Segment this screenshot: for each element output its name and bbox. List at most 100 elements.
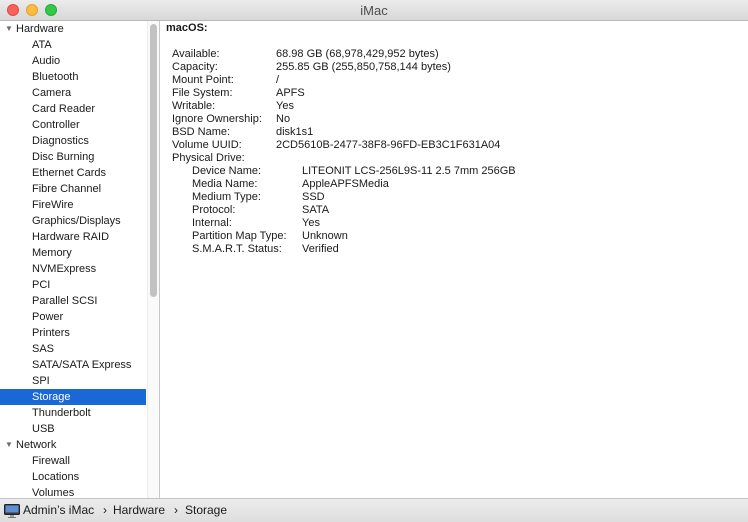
detail-value: No xyxy=(276,113,291,125)
detail-value: 255.85 GB (255,850,758,144 bytes) xyxy=(276,61,451,73)
drive-value: Verified xyxy=(302,243,339,255)
sidebar-item-label: Controller xyxy=(32,119,80,131)
sidebar-item-ethernet-cards[interactable]: Ethernet Cards xyxy=(0,165,146,181)
sidebar-item-label: Storage xyxy=(32,391,71,403)
sidebar-item-card-reader[interactable]: Card Reader xyxy=(0,101,146,117)
sidebar-item-label: Bluetooth xyxy=(32,71,79,83)
drive-key: Protocol: xyxy=(192,204,236,216)
sidebar-item-label: NVMExpress xyxy=(32,263,97,275)
sidebar-item-graphics-displays[interactable]: Graphics/Displays xyxy=(0,213,146,229)
sidebar-item-sas[interactable]: SAS xyxy=(0,341,146,357)
sidebar-item-volumes[interactable]: Volumes xyxy=(0,485,146,498)
sidebar-group-network[interactable]: ▼ Network xyxy=(0,437,146,453)
drive-value: SATA xyxy=(302,204,330,216)
sidebar-item-label: SAS xyxy=(32,343,55,355)
sidebar-item-power[interactable]: Power xyxy=(0,309,146,325)
sidebar-item-label: Ethernet Cards xyxy=(32,167,106,179)
detail-value: 68.98 GB (68,978,429,952 bytes) xyxy=(276,48,439,60)
detail-key: Volume UUID: xyxy=(172,139,242,151)
sidebar-item-disc-burning[interactable]: Disc Burning xyxy=(0,149,146,165)
sidebar-item-label: Firewall xyxy=(32,455,70,467)
sidebar-item-spi[interactable]: SPI xyxy=(0,373,146,389)
sidebar-item-label: Printers xyxy=(32,327,70,339)
sidebar: ▼ Hardware ATA Audio Bluetooth Camera Card Rea… xyxy=(0,21,160,498)
detail-value: / xyxy=(276,74,280,86)
detail-key: File System: xyxy=(172,87,233,99)
drive-key: Media Name: xyxy=(192,178,258,190)
drive-key: Medium Type: xyxy=(192,191,261,203)
sidebar-scroll-thumb[interactable] xyxy=(150,24,157,297)
detail-value: 2CD5610B-2477-38F8-96FD-EB3C1F631A04 xyxy=(276,139,501,151)
sidebar-item-label: ATA xyxy=(32,39,52,51)
sidebar-item-label: Graphics/Displays xyxy=(32,215,121,227)
sidebar-item-label: Disc Burning xyxy=(32,151,95,163)
sidebar-item-label: Hardware RAID xyxy=(32,231,110,243)
sidebar-item-bluetooth[interactable]: Bluetooth xyxy=(0,69,146,85)
sidebar-item-memory[interactable]: Memory xyxy=(0,245,146,261)
sidebar-item-label: FireWire xyxy=(32,199,74,211)
sidebar-item-printers[interactable]: Printers xyxy=(0,325,146,341)
detail-key: Writable: xyxy=(172,100,216,112)
sidebar-item-label: Volumes xyxy=(32,487,75,498)
breadcrumb-computer[interactable]: Admin’s iMac xyxy=(23,503,94,517)
detail-value: disk1s1 xyxy=(276,126,314,138)
detail-key: Mount Point: xyxy=(172,74,234,86)
sidebar-item-label: USB xyxy=(32,423,55,435)
disclosure-triangle-icon[interactable]: ▼ xyxy=(5,21,13,37)
sidebar-item-audio[interactable]: Audio xyxy=(0,53,146,69)
sidebar-item-controller[interactable]: Controller xyxy=(0,117,146,133)
drive-key: Partition Map Type: xyxy=(192,230,287,242)
breadcrumb-storage[interactable]: Storage xyxy=(185,503,227,517)
sidebar-item-firewall[interactable]: Firewall xyxy=(0,453,146,469)
sidebar-item-label: Parallel SCSI xyxy=(32,295,98,307)
sidebar-item-label: SATA/SATA Express xyxy=(32,359,132,371)
sidebar-item-label: Memory xyxy=(32,247,72,259)
sidebar-item-camera[interactable]: Camera xyxy=(0,85,146,101)
sidebar-item-storage[interactable]: Storage xyxy=(0,389,146,405)
detail-key: Capacity: xyxy=(172,61,218,73)
sidebar-item-pci[interactable]: PCI xyxy=(0,277,146,293)
sidebar-item-label: Power xyxy=(32,311,64,323)
sidebar-item-label: SPI xyxy=(32,375,50,387)
sidebar-item-usb[interactable]: USB xyxy=(0,421,146,437)
detail-key: BSD Name: xyxy=(172,126,231,138)
sidebar-group-hardware[interactable]: ▼ Hardware xyxy=(0,21,146,37)
drive-key: Device Name: xyxy=(192,165,262,177)
sidebar-item-label: PCI xyxy=(32,279,51,291)
drive-key: Internal: xyxy=(192,217,232,229)
detail-value: Yes xyxy=(276,100,294,112)
sidebar-item-label: Card Reader xyxy=(32,103,95,115)
sidebar-item-sata-sata-express[interactable]: SATA/SATA Express xyxy=(0,357,146,373)
sidebar-item-thunderbolt[interactable]: Thunderbolt xyxy=(0,405,146,421)
sidebar-item-fibre-channel[interactable]: Fibre Channel xyxy=(0,181,146,197)
detail-key: Physical Drive: xyxy=(172,152,245,164)
detail-key: Ignore Ownership: xyxy=(172,113,262,125)
drive-value: LITEONIT LCS-256L9S-11 2.5 7mm 256GB xyxy=(302,165,516,177)
detail-pane: macOS: Available: 68.98 GB (68,978,429,95… xyxy=(161,21,748,498)
drive-value: Unknown xyxy=(302,230,348,242)
volume-title: macOS: xyxy=(166,22,208,34)
sidebar-item-label: Camera xyxy=(32,87,72,99)
title-bar: iMac xyxy=(0,0,748,21)
drive-value: SSD xyxy=(302,191,325,203)
drive-value: Yes xyxy=(302,217,320,229)
drive-key: S.M.A.R.T. Status: xyxy=(192,243,282,255)
drive-value: AppleAPFSMedia xyxy=(302,178,389,190)
window-title: iMac xyxy=(360,3,388,18)
sidebar-item-firewire[interactable]: FireWire xyxy=(0,197,146,213)
disclosure-triangle-icon[interactable]: ▼ xyxy=(5,437,13,453)
sidebar-item-nvmexpress[interactable]: NVMExpress xyxy=(0,261,146,277)
sidebar-item-locations[interactable]: Locations xyxy=(0,469,146,485)
sidebar-item-hardware-raid[interactable]: Hardware RAID xyxy=(0,229,146,245)
sidebar-item-label: Diagnostics xyxy=(32,135,89,147)
breadcrumb-hardware[interactable]: Hardware xyxy=(113,503,165,517)
sidebar-item-label: Audio xyxy=(32,55,61,67)
detail-value: APFS xyxy=(276,87,305,99)
breadcrumb-separator: › xyxy=(103,503,107,517)
sidebar-item-label: Fibre Channel xyxy=(32,183,102,195)
sidebar-item-diagnostics[interactable]: Diagnostics xyxy=(0,133,146,149)
breadcrumb-separator: › xyxy=(174,503,178,517)
sidebar-item-label: Locations xyxy=(32,471,80,483)
sidebar-item-parallel-scsi[interactable]: Parallel SCSI xyxy=(0,293,146,309)
sidebar-item-ata[interactable]: ATA xyxy=(0,37,146,53)
